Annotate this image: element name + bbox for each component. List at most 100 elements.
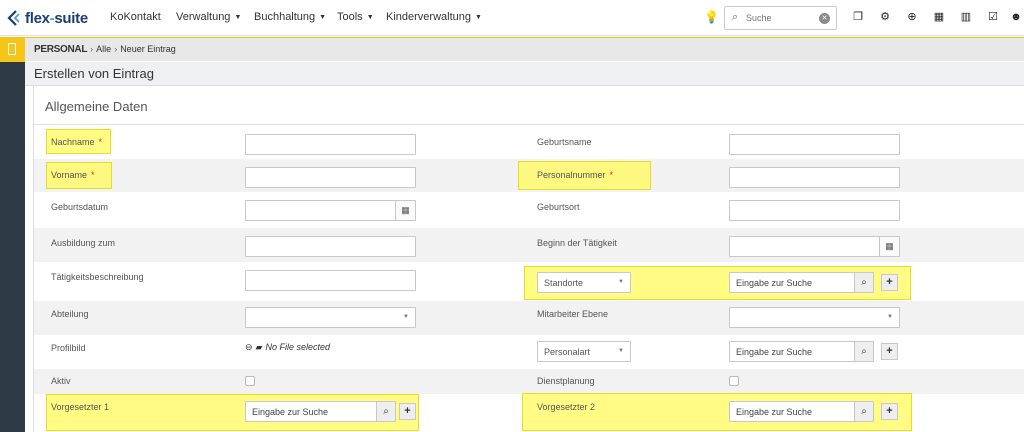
chevron-right-icon: ›: [90, 44, 94, 54]
left-sidebar: [0, 37, 25, 432]
form-row: Profilbild ⊖ ▰ No File selected Personalar…: [34, 335, 1024, 369]
form-row: Ausbildung zum Beginn der Tätigkeit ▦: [34, 228, 1024, 262]
nav-kokontakt[interactable]: KoKontakt: [110, 11, 161, 23]
search-icon[interactable]: ⌕: [854, 402, 873, 421]
label-ausbildung: Ausbildung zum: [51, 238, 116, 248]
chevron-down-icon: ▼: [887, 314, 893, 320]
section-title: Allgemeine Daten: [45, 99, 148, 114]
breadcrumb-alle[interactable]: Alle: [96, 44, 111, 54]
logo-text: flex-suite: [25, 9, 88, 27]
caret-down-icon: ▼: [319, 13, 327, 21]
form-row: Abteilung ▼ Mitarbeiter Ebene ▼: [34, 301, 1024, 335]
plus-circle-icon[interactable]: ⊕: [904, 9, 920, 25]
calendar-icon[interactable]: ▦: [879, 237, 899, 256]
abteilung-select[interactable]: ▼: [245, 307, 416, 328]
geburtsdatum-input[interactable]: ▦: [245, 200, 416, 221]
personalnummer-input[interactable]: [729, 167, 900, 188]
user-icon[interactable]: ☻: [1008, 9, 1024, 25]
divider: [34, 124, 1024, 125]
label-profilbild: Profilbild: [51, 343, 86, 353]
search-icon[interactable]: ⌕: [376, 402, 395, 421]
page-title: Erstellen von Eintrag: [34, 66, 154, 81]
caret-down-icon: ▼: [475, 13, 482, 21]
search-icon[interactable]: ⌕: [854, 273, 873, 292]
form-row: Tätigkeitsbeschreibung Standorte ▼ Eingab…: [34, 262, 1024, 301]
beginn-taetigkeit-input[interactable]: ▦: [729, 236, 900, 257]
chevron-down-icon: ▼: [403, 314, 409, 320]
file-upload[interactable]: ⊖ ▰ No File selected: [245, 342, 330, 353]
personalart-search-input[interactable]: Eingabe zur Suche ⌕: [729, 341, 874, 362]
label-personalnummer: Personalnummer *: [537, 170, 614, 180]
personalart-select[interactable]: Personalart ▼: [537, 341, 631, 362]
search-icon[interactable]: ⌕: [854, 342, 873, 361]
label-vorname: Vorname *: [51, 170, 95, 180]
logo-mark-icon: [7, 10, 20, 26]
label-mitarbeiter-ebene: Mitarbeiter Ebene: [537, 309, 609, 319]
label-abteilung: Abteilung: [51, 309, 89, 319]
gear-icon[interactable]: ⚙: [877, 9, 893, 25]
calendar-icon[interactable]: ▦: [395, 201, 415, 220]
form-row: Vorgesetzter 1 Eingabe zur Suche ⌕ + Vorg…: [34, 393, 1024, 432]
chevron-down-icon: ▼: [618, 348, 624, 354]
ausbildung-input[interactable]: [245, 236, 416, 257]
standorte-select[interactable]: Standorte ▼: [537, 272, 631, 293]
dienstplanung-checkbox[interactable]: [729, 376, 739, 386]
add-vorgesetzter2-button[interactable]: +: [881, 403, 898, 420]
taetigkeitsbeschreibung-input[interactable]: [245, 270, 416, 291]
remove-circle-icon[interactable]: ⊖: [245, 342, 253, 352]
search-icon: ⌕: [732, 11, 739, 23]
documents-icon[interactable]: ❐: [850, 9, 866, 25]
form-panel: Allgemeine Daten Nachname * Geburtsname V…: [33, 86, 1024, 432]
add-vorgesetzter1-button[interactable]: +: [399, 403, 416, 420]
sidebar-active-item[interactable]: [0, 37, 25, 62]
label-geburtsname: Geburtsname: [537, 137, 592, 147]
lightbulb-icon[interactable]: 💡: [704, 10, 719, 24]
vorgesetzter1-search-input[interactable]: Eingabe zur Suche ⌕: [245, 401, 396, 422]
label-nachname: Nachname *: [51, 137, 103, 147]
label-geburtsort: Geburtsort: [537, 202, 580, 212]
chevron-right-icon: ›: [114, 44, 118, 54]
caret-down-icon: ▼: [366, 13, 374, 21]
bar-chart-icon[interactable]: ▥: [958, 9, 974, 25]
breadcrumb-section[interactable]: PERSONAL: [34, 44, 87, 55]
page-title-bar: Erstellen von Eintrag: [25, 62, 1024, 86]
label-geburtsdatum: Geburtsdatum: [51, 202, 109, 212]
vorname-input[interactable]: [245, 167, 416, 188]
form-row: Vorname * Personalnummer *: [34, 159, 1024, 192]
nachname-input[interactable]: [245, 134, 416, 155]
caret-down-icon: ▼: [234, 13, 242, 21]
label-dienstplanung: Dienstplanung: [537, 376, 595, 386]
search-input[interactable]: [746, 11, 814, 25]
top-navbar: flex-suite KoKontakt Verwaltung ▼ Buchhal…: [0, 0, 1024, 36]
form-row: Geburtsdatum ▦ Geburtsort: [34, 192, 1024, 228]
nav-buchhaltung[interactable]: Buchhaltung ▼: [254, 11, 326, 23]
add-standort-button[interactable]: +: [881, 274, 898, 291]
mitarbeiter-ebene-select[interactable]: ▼: [729, 307, 900, 328]
checkbox-icon[interactable]: ☑: [985, 9, 1001, 25]
app-logo[interactable]: flex-suite: [6, 8, 88, 28]
label-aktiv: Aktiv: [51, 376, 71, 386]
label-beginn-taetigkeit: Beginn der Tätigkeit: [537, 238, 617, 248]
global-search[interactable]: ⌕ ✕: [724, 6, 837, 30]
form-row: Nachname * Geburtsname: [34, 126, 1024, 159]
nav-tools[interactable]: Tools ▼: [337, 11, 374, 23]
clear-icon[interactable]: ✕: [819, 13, 830, 24]
calendar-icon[interactable]: ▦: [931, 9, 947, 25]
aktiv-checkbox[interactable]: [245, 376, 255, 386]
page-icon: [8, 43, 16, 55]
label-taetigkeitsbeschreibung: Tätigkeitsbeschreibung: [51, 272, 144, 282]
nav-kinderverwaltung[interactable]: Kinderverwaltung ▼: [386, 11, 482, 23]
label-vorgesetzter2: Vorgesetzter 2: [537, 402, 596, 412]
vorgesetzter2-search-input[interactable]: Eingabe zur Suche ⌕: [729, 401, 874, 422]
breadcrumb: PERSONAL › Alle › Neuer Eintrag: [25, 37, 1024, 61]
breadcrumb-current: Neuer Eintrag: [120, 44, 176, 54]
chevron-down-icon: ▼: [618, 279, 624, 285]
label-vorgesetzter1: Vorgesetzter 1: [51, 402, 110, 412]
add-personalart-button[interactable]: +: [881, 343, 898, 360]
form-row: Aktiv Dienstplanung: [34, 369, 1024, 394]
standorte-search-input[interactable]: Eingabe zur Suche ⌕: [729, 272, 874, 293]
geburtsort-input[interactable]: [729, 200, 900, 221]
geburtsname-input[interactable]: [729, 134, 900, 155]
folder-icon[interactable]: ▰: [256, 342, 263, 352]
nav-verwaltung[interactable]: Verwaltung ▼: [176, 11, 241, 23]
